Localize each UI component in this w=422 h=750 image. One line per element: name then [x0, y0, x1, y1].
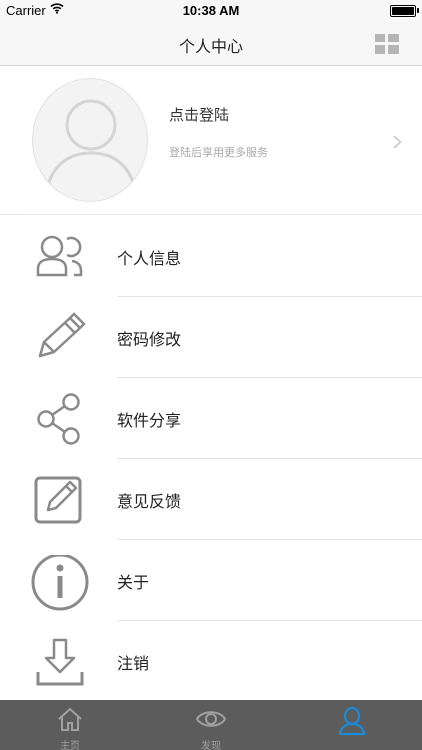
- page-title: 个人中心: [178, 37, 243, 56]
- tab-label: 主页: [60, 741, 80, 750]
- info-icon: [30, 553, 90, 611]
- tab-discover[interactable]: 发现: [141, 700, 281, 750]
- battery-nub: [417, 8, 419, 13]
- menu-item-about[interactable]: 关于: [0, 540, 422, 621]
- screen: Carrier 10:38 AM 个人中心 点击登陆 登陆后享用更多服务 个人信…: [0, 0, 422, 750]
- tab-label: 发现: [201, 741, 221, 750]
- grid-icon[interactable]: [375, 34, 399, 54]
- download-icon: [30, 636, 90, 688]
- menu-list: 个人信息 密码修改 软件分享 意见反馈 关于 注销: [0, 216, 422, 702]
- menu-item-feedback[interactable]: 意见反馈: [0, 459, 422, 540]
- menu-item-label: 关于: [117, 573, 150, 592]
- profile-login-row[interactable]: 点击登陆 登陆后享用更多服务: [0, 66, 422, 215]
- login-hint: 登陆后享用更多服务: [169, 146, 268, 159]
- menu-item-share[interactable]: 软件分享: [0, 378, 422, 459]
- menu-item-label: 意见反馈: [117, 492, 182, 511]
- battery-icon: [390, 5, 416, 17]
- status-time: 10:38 AM: [182, 3, 240, 18]
- menu-item-label: 个人信息: [117, 249, 182, 268]
- chevron-right-icon: [393, 134, 402, 153]
- login-label[interactable]: 点击登陆: [169, 104, 229, 125]
- pencil-icon: [30, 312, 90, 364]
- share-icon: [30, 393, 90, 445]
- users-icon: [30, 231, 90, 283]
- avatar[interactable]: [32, 78, 148, 202]
- edit-icon: [30, 474, 90, 526]
- tab-bar: 主页 发现: [0, 700, 422, 750]
- menu-item-personal-info[interactable]: 个人信息: [0, 216, 422, 297]
- menu-item-label: 注销: [117, 654, 150, 673]
- eye-icon: [195, 706, 227, 736]
- nav-bar: 个人中心: [0, 22, 422, 66]
- divider: [20, 214, 422, 215]
- menu-item-logout[interactable]: 注销: [0, 621, 422, 702]
- menu-item-password[interactable]: 密码修改: [0, 297, 422, 378]
- status-bar: Carrier 10:38 AM: [0, 0, 422, 22]
- tab-home[interactable]: 主页: [0, 700, 140, 750]
- person-icon: [338, 706, 366, 740]
- menu-item-label: 软件分享: [117, 411, 182, 430]
- home-icon: [57, 706, 83, 736]
- menu-item-label: 密码修改: [117, 330, 182, 349]
- tab-profile[interactable]: [282, 700, 422, 750]
